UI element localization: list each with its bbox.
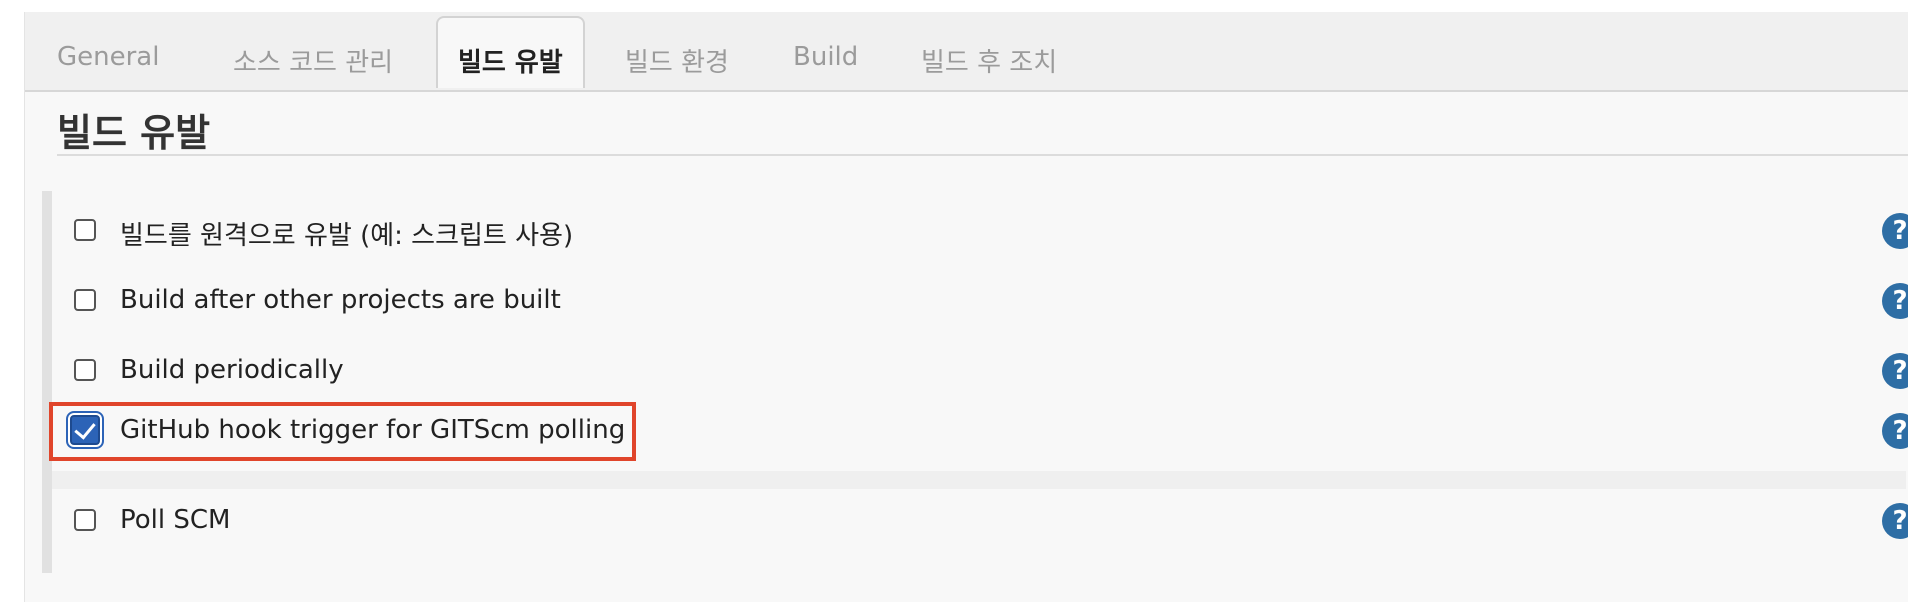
help-icon[interactable]: ? — [1882, 353, 1908, 389]
trigger-row-after-other-projects: Build after other projects are built ? — [52, 272, 1908, 332]
tab-build-environment[interactable]: 빌드 환경 — [625, 42, 729, 90]
trigger-row-remote: 빌드를 원격으로 유발 (예: 스크립트 사용) ? — [52, 202, 1908, 262]
tab-build-triggers[interactable]: 빌드 유발 — [436, 16, 585, 88]
tab-build[interactable]: Build — [793, 42, 858, 90]
row-separator — [52, 471, 1906, 489]
trigger-row-poll-scm: Poll SCM ? — [52, 492, 1908, 552]
section-divider — [57, 154, 1908, 156]
build-after-other-projects-checkbox[interactable] — [74, 289, 96, 311]
tab-general[interactable]: General — [57, 42, 159, 90]
poll-scm-checkbox[interactable] — [74, 509, 96, 531]
help-icon[interactable]: ? — [1882, 283, 1908, 319]
config-page: General 소스 코드 관리 빌드 유발 빌드 환경 Build 빌드 후 … — [24, 12, 1908, 602]
trigger-row-github-hook: GitHub hook trigger for GITScm polling ? — [52, 402, 1908, 462]
help-icon[interactable]: ? — [1882, 213, 1908, 249]
help-icon[interactable]: ? — [1882, 413, 1908, 449]
checkmark-icon — [74, 417, 96, 440]
help-icon[interactable]: ? — [1882, 503, 1908, 539]
github-hook-checkbox[interactable] — [70, 415, 100, 445]
build-after-other-projects-label[interactable]: Build after other projects are built — [120, 285, 561, 315]
tab-source-code-management[interactable]: 소스 코드 관리 — [233, 42, 393, 90]
poll-scm-label[interactable]: Poll SCM — [120, 505, 230, 535]
section-left-bar — [42, 191, 52, 573]
remote-trigger-label[interactable]: 빌드를 원격으로 유발 (예: 스크립트 사용) — [120, 215, 573, 252]
build-periodically-checkbox[interactable] — [74, 359, 96, 381]
section-title: 빌드 유발 — [57, 111, 211, 155]
tab-post-build-actions[interactable]: 빌드 후 조치 — [921, 42, 1057, 90]
github-hook-label[interactable]: GitHub hook trigger for GITScm polling — [120, 415, 625, 445]
remote-trigger-checkbox[interactable] — [74, 219, 96, 241]
tab-bar: General 소스 코드 관리 빌드 유발 빌드 환경 Build 빌드 후 … — [25, 12, 1908, 92]
build-periodically-label[interactable]: Build periodically — [120, 355, 344, 385]
trigger-row-periodically: Build periodically ? — [52, 342, 1908, 402]
